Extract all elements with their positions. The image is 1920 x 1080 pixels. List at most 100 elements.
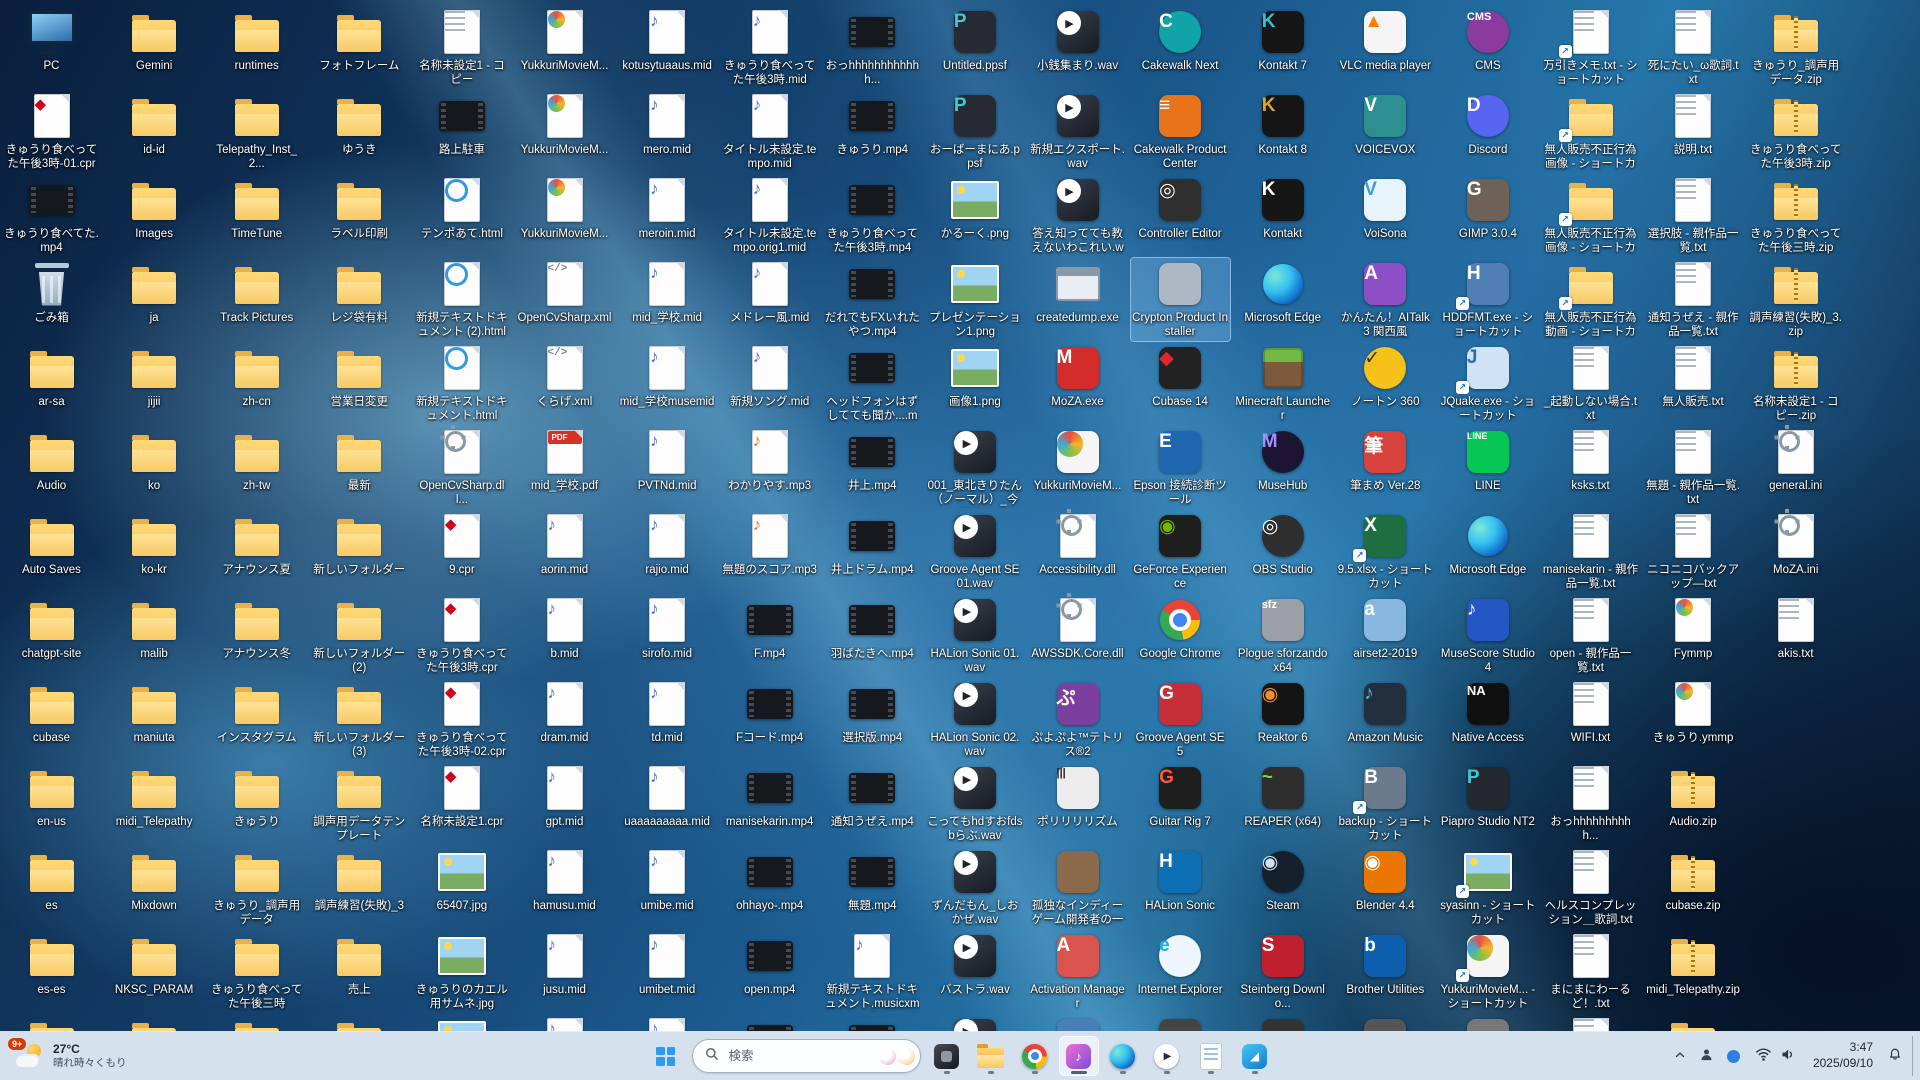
desktop-icon[interactable]: cubase	[2, 678, 101, 747]
desktop-icon[interactable]: Fymmp	[1644, 594, 1743, 663]
desktop-icon[interactable]: ♪ mid_学校.mid	[618, 258, 717, 327]
desktop-icon[interactable]: きゅうり	[207, 762, 306, 831]
desktop-icon[interactable]: ◉ Blender 4.4	[1336, 846, 1435, 915]
desktop-icon[interactable]: ohhayo-.mp4	[720, 846, 819, 915]
desktop-icon[interactable]: runtimes	[207, 6, 306, 75]
desktop-icon[interactable]: ♪ b.mid	[515, 594, 614, 663]
desktop-icon[interactable]: ♪ メドレー風.mid	[720, 258, 819, 327]
desktop-icon[interactable]: ✓ ノートン 360	[1336, 342, 1435, 411]
desktop-icon[interactable]: ▶ Groove Agent SE 01.wav	[925, 510, 1024, 593]
desktop-icon[interactable]: Audio	[2, 426, 101, 495]
desktop-icon[interactable]: ◆ Cubase 14	[1131, 342, 1230, 411]
desktop-icon[interactable]: zh-tw	[207, 426, 306, 495]
desktop-icon[interactable]: ↗ 無人販売不正行為動画 - ショートカット	[1541, 258, 1640, 342]
desktop-icon[interactable]: きゅうり.ymmp	[1644, 678, 1743, 747]
desktop-icon[interactable]: CMS CMS	[1438, 6, 1537, 75]
desktop-icon[interactable]: ▶ 小銭集まり.wav	[1028, 6, 1127, 75]
desktop-icon[interactable]: おっhhhhhhhhhh...	[1541, 762, 1640, 845]
desktop-icon[interactable]: sfz Plogue sforzando x64	[1233, 594, 1332, 677]
desktop-icon[interactable]: ↗ YukkuriMovieM... - ショートカット	[1438, 930, 1537, 1013]
desktop-icon[interactable]: アナウンス冬	[207, 594, 306, 663]
desktop-icon[interactable]: V VOICEVOX	[1336, 90, 1435, 159]
desktop-icon[interactable]	[1438, 1014, 1537, 1032]
desktop-icon[interactable]: ♪ aorin.mid	[515, 510, 614, 579]
desktop-icon[interactable]: ♪	[618, 1014, 717, 1032]
desktop-icon[interactable]: midi_Telepathy.zip	[1644, 930, 1743, 999]
desktop-icon[interactable]: WIFI.txt	[1541, 678, 1640, 747]
desktop-icon[interactable]: YukkuriMovieM...	[1028, 426, 1127, 495]
desktop-icon[interactable]: ♪ jusu.mid	[515, 930, 614, 999]
desktop-icon[interactable]: A Activation Manager	[1028, 930, 1127, 1013]
desktop-icon[interactable]: ゆうき	[310, 90, 409, 159]
desktop-icon[interactable]: ♪ sirofo.mid	[618, 594, 717, 663]
desktop-icon[interactable]: ◉ GeForce Experience	[1131, 510, 1230, 593]
desktop-icon[interactable]: 選択版.mp4	[823, 678, 922, 747]
desktop-icon[interactable]: 調声練習(失敗)_3.zip	[1746, 258, 1845, 341]
desktop-icon[interactable]: きゅうり食べってた午後三時.zip	[1746, 174, 1845, 257]
desktop-icon[interactable]: ~ REAPER (x64)	[1233, 762, 1332, 831]
desktop-icon[interactable]: en-us	[2, 762, 101, 831]
desktop-icon[interactable]: ♪ タイトル未設定.tempo.mid	[720, 90, 819, 173]
desktop-icon[interactable]: ◎ OBS Studio	[1233, 510, 1332, 579]
desktop-icon[interactable]: きゅうり.mp4	[823, 90, 922, 159]
desktop-icon[interactable]: H HALion Sonic	[1131, 846, 1230, 915]
desktop-icon[interactable]: </> くらげ.xml	[515, 342, 614, 411]
music-app-button[interactable]: ♪	[1058, 1036, 1099, 1076]
desktop-icon[interactable]: Crypton Product Installer	[1129, 256, 1231, 343]
desktop-icon[interactable]: 筆筆まめ Ver.28	[1336, 426, 1435, 495]
desktop-icon[interactable]: ar-sa	[2, 342, 101, 411]
desktop-icon[interactable]: 売上	[310, 930, 409, 999]
desktop-icon[interactable]: ↗ 無人販売不正行為画像 - ショートカット	[1541, 174, 1640, 258]
desktop-icon[interactable]: ♪ わかりやす.mp3	[720, 426, 819, 495]
desktop-icon[interactable]: ♪ rajio.mid	[618, 510, 717, 579]
desktop-icon[interactable]: 営業日変更	[310, 342, 409, 411]
desktop-icon[interactable]: ▶ 新規エクスポート.wav	[1028, 90, 1127, 173]
desktop-icon[interactable]: manisekarin - 親作品一覧.txt	[1541, 510, 1640, 593]
desktop[interactable]: PC ◆ きゅうり食べってた午後3時-01.cpr きゅうり食べてた.mp4 ごみ箱 ar…	[0, 0, 1920, 1032]
desktop-icon[interactable]: a airset2-2019	[1336, 594, 1435, 663]
desktop-icon[interactable]: だれでもFXいれたやつ.mp4	[823, 258, 922, 341]
desktop-icon[interactable]: AWSSDK.Core.dll	[1028, 593, 1127, 663]
desktop-icon[interactable]: ♪ umibet.mid	[618, 930, 717, 999]
network-volume-button[interactable]	[1747, 1036, 1804, 1076]
desktop-icon[interactable]: K Kontakt	[1233, 174, 1332, 243]
desktop-icon[interactable]: 羽ばたきへ.mp4	[823, 594, 922, 663]
tray-person-button[interactable]	[1693, 1036, 1720, 1076]
desktop-icon[interactable]: 画像1.png	[925, 342, 1024, 411]
desktop-icon[interactable]	[2, 1014, 101, 1032]
desktop-icon[interactable]: まにまにわーるど！.txt	[1541, 930, 1640, 1013]
desktop-icon[interactable]: ごみ箱	[2, 258, 101, 327]
desktop-icon[interactable]: G Guitar Rig 7	[1131, 762, 1230, 831]
desktop-icon[interactable]: YukkuriMovieM...	[515, 90, 614, 159]
desktop-icon[interactable]: ♪ meroin.mid	[618, 174, 717, 243]
desktop-icon[interactable]: 説明.txt	[1644, 90, 1743, 159]
desktop-icon[interactable]	[207, 1014, 306, 1032]
desktop-icon[interactable]: ↗ 万引きメモ.txt - ショートカット	[1541, 6, 1640, 89]
desktop-icon[interactable]: Audio.zip	[1644, 762, 1743, 831]
desktop-icon[interactable]: きゅうりのカエル用サムネ.jpg	[412, 930, 511, 1013]
desktop-icon[interactable]: zh-cn	[207, 342, 306, 411]
desktop-icon[interactable]: テンポあて.html	[412, 174, 511, 243]
desktop-icon[interactable]: ▶	[925, 1014, 1024, 1032]
desktop-icon[interactable]: ♪ uaaaaaaaaa.mid	[618, 762, 717, 831]
desktop-icon[interactable]: P おーばーまにあ.ppsf	[925, 90, 1024, 173]
search-box[interactable]	[691, 1039, 921, 1073]
desktop-icon[interactable]: ♪ 無題のスコア.mp3	[720, 510, 819, 579]
desktop-icon[interactable]: G Groove Agent SE 5	[1131, 678, 1230, 761]
desktop-icon[interactable]: K Kontakt 8	[1233, 90, 1332, 159]
desktop-icon[interactable]: ♪ 新規ソング.mid	[720, 342, 819, 411]
desktop-icon[interactable]	[1336, 1014, 1435, 1032]
desktop-icon[interactable]: jijii	[105, 342, 204, 411]
desktop-icon[interactable]: ▶ バストラ.wav	[925, 930, 1024, 999]
desktop-icon[interactable]	[105, 1014, 204, 1032]
desktop-icon[interactable]: K Kontakt 7	[1233, 6, 1332, 75]
desktop-icon[interactable]: PDF mid_学校.pdf	[515, 426, 614, 495]
desktop-icon[interactable]: ↗ 無人販売不正行為画像 - ショートカッ...	[1541, 90, 1640, 174]
desktop-icon[interactable]: 路上駐車	[412, 90, 511, 159]
desktop-icon[interactable]: ◆ 名称未設定1.cpr	[412, 762, 511, 831]
desktop-icon[interactable]: ◆ きゅうり食べってた午後3時-02.cpr	[412, 678, 511, 761]
desktop-icon[interactable]: ksks.txt	[1541, 426, 1640, 495]
desktop-icon[interactable]: id-id	[105, 90, 204, 159]
desktop-icon[interactable]: D Discord	[1438, 90, 1537, 159]
desktop-icon[interactable]: ▶ 答え知ってても教えないわこれい.wav	[1028, 174, 1127, 258]
